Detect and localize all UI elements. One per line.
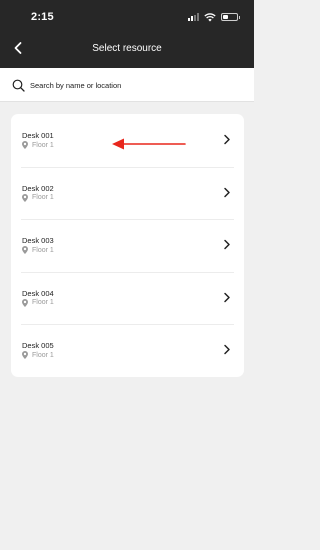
- page-title: Select resource: [92, 43, 162, 54]
- chevron-right-icon: [224, 134, 230, 145]
- resource-name: Desk 004: [22, 288, 54, 298]
- status-time: 2:15: [31, 11, 54, 23]
- resource-name: Desk 001: [22, 131, 54, 140]
- resource-location: Floor 1: [32, 246, 54, 254]
- resource-location: Floor 1: [32, 194, 54, 202]
- list-item[interactable]: Desk 002 Floor 1: [11, 166, 244, 220]
- resource-location-row: Floor 1: [22, 141, 54, 149]
- resource-location-row: Floor 1: [22, 351, 54, 360]
- map-pin-icon: [22, 246, 28, 255]
- chevron-right-icon: [224, 345, 230, 355]
- resource-name: Desk 002: [22, 183, 54, 193]
- map-pin-icon: [22, 298, 28, 307]
- map-pin-icon: [22, 141, 28, 149]
- resource-location: Floor 1: [32, 141, 54, 149]
- resource-location: Floor 1: [32, 299, 54, 307]
- resource-list: Desk 001 Floor 1 Desk 002 Floor 1 Desk 0…: [11, 114, 244, 377]
- map-pin-icon: [22, 193, 28, 202]
- search-icon: [12, 79, 25, 92]
- resource-location-row: Floor 1: [22, 193, 54, 202]
- chevron-right-icon: [224, 239, 230, 250]
- resource-name: Desk 003: [22, 236, 54, 246]
- list-item[interactable]: Desk 004 Floor 1: [11, 271, 244, 325]
- annotation-arrow-icon: [112, 138, 186, 150]
- chevron-right-icon: [224, 292, 230, 303]
- resource-location-row: Floor 1: [22, 298, 54, 307]
- battery-icon: [221, 13, 240, 21]
- wifi-icon: [204, 12, 216, 21]
- chevron-right-icon: [224, 187, 230, 197]
- search-bar: [0, 68, 254, 102]
- map-pin-icon: [22, 351, 28, 360]
- status-icons: [188, 12, 240, 22]
- search-input[interactable]: [30, 75, 240, 95]
- list-item[interactable]: Desk 005 Floor 1: [11, 324, 244, 377]
- top-bar: 2:15 Select resource: [0, 0, 254, 68]
- resource-location-row: Floor 1: [22, 246, 54, 255]
- resource-location: Floor 1: [32, 351, 54, 359]
- resource-name: Desk 005: [22, 341, 54, 351]
- list-item[interactable]: Desk 003 Floor 1: [11, 219, 244, 272]
- cellular-signal-icon: [188, 13, 199, 21]
